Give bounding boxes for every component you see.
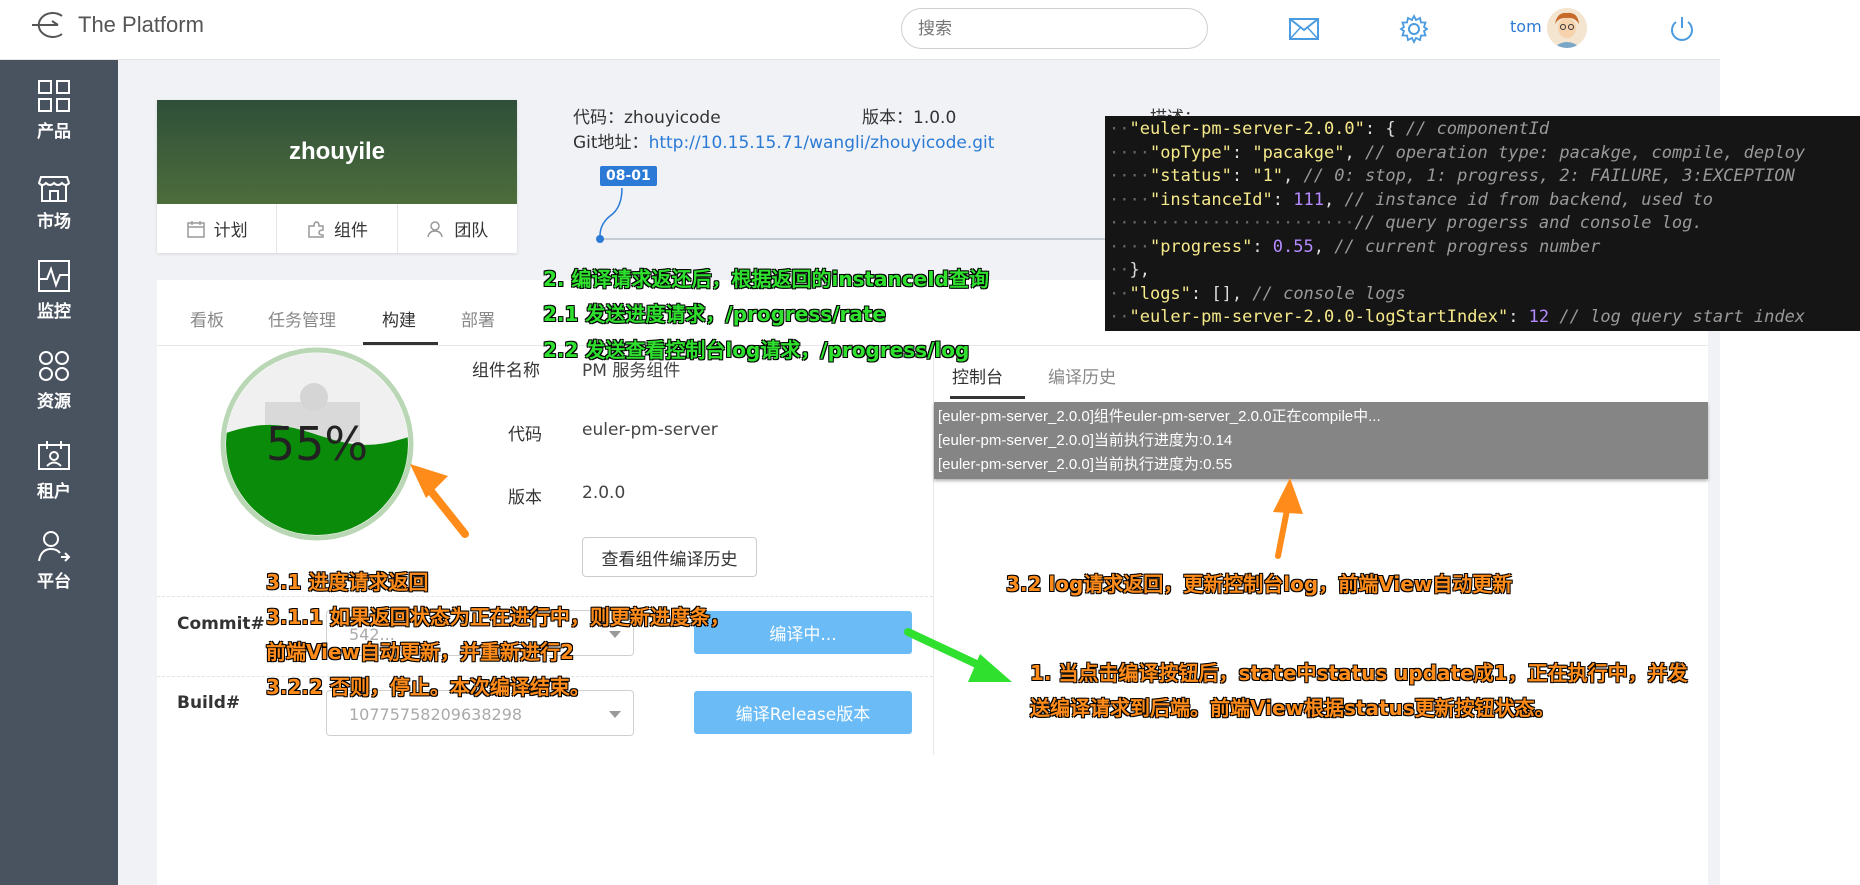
progress-percent-text: 55% — [266, 417, 368, 471]
annotation-step-2-1: 2.1 发送进度请求，/progress/rate — [543, 302, 886, 326]
annotation-step-2: 2. 编译请求返还后，根据返回的instanceId查询 — [543, 267, 989, 291]
timeline-line — [600, 238, 1120, 240]
state-code-snippet: ··"euler-pm-server-2.0.0": { // componen… — [1105, 116, 1860, 331]
project-version-info: 版本：1.0.0 — [862, 103, 956, 128]
tab-compile-history[interactable]: 编译历史 — [1048, 363, 1116, 388]
code-label: 代码： — [573, 108, 624, 128]
project-tab-plan[interactable]: 计划 — [157, 204, 278, 253]
sidebar-item-label: 产品 — [37, 121, 71, 142]
view-compile-history-button[interactable]: 查看组件编译历史 — [582, 537, 757, 577]
grid-icon — [38, 79, 70, 112]
timeline-connector — [599, 188, 623, 237]
project-git-info: Git地址：http://10.15.15.71/wangli/zhouyico… — [573, 128, 994, 153]
tab-kanban[interactable]: 看板 — [190, 306, 224, 331]
build-label: Build# — [177, 693, 241, 713]
annotation-step-3-2-2: 3.2.2 否则，停止。本次编译结束。 — [266, 675, 590, 699]
component-code-label: 代码 — [508, 425, 542, 445]
component-version-label: 版本 — [508, 488, 542, 508]
app-title: The Platform — [78, 12, 204, 37]
component-version-value: 2.0.0 — [582, 483, 626, 503]
project-tab-label: 团队 — [454, 221, 489, 241]
git-url-link[interactable]: http://10.15.15.71/wangli/zhouyicode.git — [649, 133, 995, 153]
store-icon — [37, 175, 71, 202]
puzzle-icon — [308, 220, 324, 238]
search-input[interactable] — [901, 8, 1208, 49]
top-header: The Platform tom — [0, 0, 1720, 60]
row-divider — [157, 596, 933, 597]
git-label: Git地址： — [573, 133, 649, 153]
version-label: 版本： — [862, 108, 913, 128]
platform-logo-icon — [32, 12, 63, 38]
sidebar-item-platform[interactable]: 平台 — [0, 520, 108, 600]
project-tab-label: 计划 — [213, 221, 248, 241]
mail-icon[interactable] — [1287, 12, 1321, 46]
sidebar-item-label: 监控 — [37, 301, 71, 322]
project-tab-team[interactable]: 团队 — [398, 204, 517, 253]
annotation-step-1-cont: 送编译请求到后端。前端View根据status更新按钮状态。 — [1030, 696, 1555, 720]
annotation-step-3-1: 3.1 进度请求返回 — [266, 570, 429, 594]
tab-deploy[interactable]: 部署 — [461, 306, 495, 331]
console-line: [euler-pm-server_2.0.0]当前执行进度为:0.55 — [938, 456, 1233, 473]
annotation-step-3-1-1: 3.1.1 如果返回状态为正在进行中，则更新进度条， — [266, 605, 730, 629]
chevron-down-icon — [609, 631, 621, 638]
build-select-value: 10775758209638298 — [349, 705, 523, 724]
sidebar-item-label: 市场 — [37, 211, 71, 232]
team-icon — [427, 220, 444, 237]
sidebar-item-label: 平台 — [37, 571, 71, 592]
version-value: 1.0.0 — [913, 108, 957, 128]
calendar-icon — [186, 220, 205, 238]
code-value: zhouyicode — [624, 108, 721, 128]
project-card: zhouyile 计划 组件 团队 — [157, 100, 517, 253]
annotation-step-3-2: 3.2 log请求返回，更新控制台log，前端View自动更新 — [1006, 572, 1513, 596]
annotation-step-2-2: 2.2 发送查看控制台log请求，/progress/log — [543, 338, 970, 362]
console-output: [euler-pm-server_2.0.0]组件euler-pm-server… — [934, 402, 1708, 479]
console-line: [euler-pm-server_2.0.0]组件euler-pm-server… — [938, 408, 1381, 425]
platform-user-icon — [38, 530, 71, 562]
username[interactable]: tom — [1510, 17, 1542, 36]
app-logo[interactable]: The Platform — [28, 10, 204, 40]
project-code-info: 代码：zhouyicode — [573, 103, 721, 128]
console-tab-indicator — [950, 396, 1025, 399]
project-banner: zhouyile — [157, 100, 517, 204]
sidebar: 产品 市场 监控 资源 租户 平台 — [0, 60, 118, 885]
avatar[interactable] — [1547, 8, 1587, 48]
sidebar-item-tenants[interactable]: 租户 — [0, 430, 108, 510]
console-line: [euler-pm-server_2.0.0]当前执行进度为:0.14 — [938, 432, 1233, 449]
sidebar-item-label: 资源 — [37, 391, 71, 412]
project-tab-label: 组件 — [333, 221, 368, 241]
timeline-dot[interactable] — [596, 235, 604, 243]
sidebar-item-market[interactable]: 市场 — [0, 160, 108, 240]
sidebar-item-products[interactable]: 产品 — [0, 70, 108, 150]
timeline-date-tag[interactable]: 08-01 — [600, 166, 657, 186]
resources-icon — [39, 350, 69, 381]
project-name: zhouyile — [288, 138, 385, 165]
tab-console[interactable]: 控制台 — [952, 363, 1003, 388]
tab-build[interactable]: 构建 — [382, 306, 416, 331]
tab-task-management[interactable]: 任务管理 — [268, 306, 336, 331]
commit-label: Commit# — [177, 614, 265, 634]
settings-gear-icon[interactable] — [1397, 12, 1431, 46]
chevron-down-icon — [609, 711, 621, 718]
annotation-step-1: 1. 当点击编译按钮后，state中status update成1，正在执行中，… — [1030, 661, 1688, 685]
sidebar-item-resources[interactable]: 资源 — [0, 340, 108, 420]
component-name-label: 组件名称 — [472, 361, 540, 381]
power-icon[interactable] — [1665, 12, 1699, 46]
annotation-step-3-1-1-cont: 前端View自动更新，并重新进行2 — [266, 640, 574, 664]
tenant-icon — [38, 440, 70, 470]
compile-release-button[interactable]: 编译Release版本 — [694, 691, 912, 734]
progress-gauge: 55% — [220, 347, 414, 541]
project-tab-component[interactable]: 组件 — [277, 204, 398, 253]
monitor-chart-icon — [38, 259, 70, 292]
sidebar-item-monitoring[interactable]: 监控 — [0, 250, 108, 330]
component-code-value: euler-pm-server — [582, 420, 718, 440]
sidebar-item-label: 租户 — [37, 481, 71, 502]
